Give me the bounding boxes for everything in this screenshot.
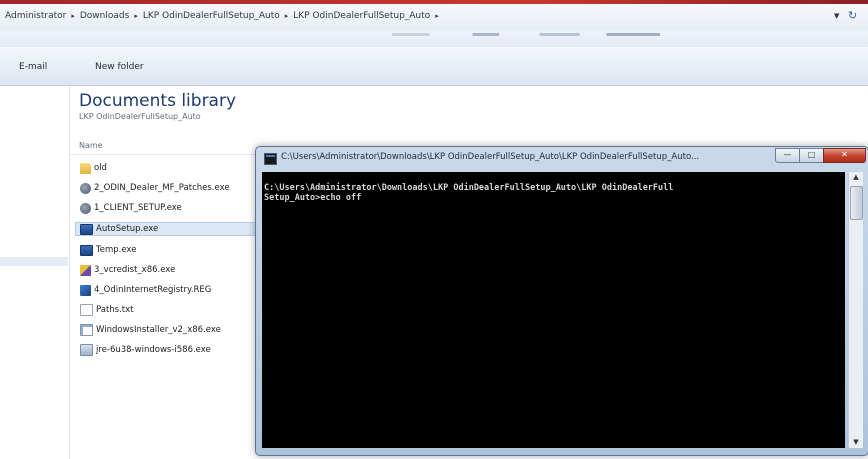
- console-output[interactable]: C:\Users\Administrator\Downloads\LKP Odi…: [262, 172, 845, 448]
- file-row-paths[interactable]: Paths.txt: [76, 304, 266, 316]
- file-row-jre[interactable]: jre-6u38-windows-i586.exe: [76, 344, 266, 356]
- cmd-window-title: C:\Users\Administrator\Downloads\LKP Odi…: [281, 152, 700, 162]
- file-row-windows-installer[interactable]: WindowsInstaller_v2_x86.exe: [76, 324, 266, 336]
- breadcrumb-item-administrator[interactable]: Administrator: [5, 11, 66, 21]
- console-text: C:\Users\Administrator\Downloads\LKP Odi…: [262, 172, 845, 203]
- scroll-down-arrow-icon[interactable]: ▼: [849, 437, 863, 448]
- exe-icon: [80, 223, 93, 235]
- email-button[interactable]: E-mail: [19, 62, 47, 72]
- chevron-down-icon[interactable]: ▼: [834, 12, 839, 20]
- close-button[interactable]: ✕: [823, 148, 866, 163]
- file-row-old[interactable]: old: [76, 162, 266, 174]
- blurred-strip-decoration: [392, 33, 660, 36]
- console-line-1: C:\Users\Administrator\Downloads\LKP Odi…: [264, 183, 674, 193]
- text-file-icon: [80, 304, 93, 316]
- maximize-button[interactable]: □: [799, 148, 824, 163]
- file-name: 4_OdinInternetRegistry.REG: [94, 285, 212, 295]
- file-name: 2_ODIN_Dealer_MF_Patches.exe: [94, 183, 230, 193]
- file-row-autosetup[interactable]: AutoSetup.exe: [75, 222, 266, 236]
- breadcrumb-item-lkp-folder[interactable]: LKP OdinDealerFullSetup_Auto: [143, 11, 280, 21]
- new-folder-button[interactable]: New folder: [95, 62, 144, 72]
- breadcrumb-separator[interactable]: ▸: [71, 12, 75, 20]
- breadcrumb-item-lkp-subfolder[interactable]: LKP OdinDealerFullSetup_Auto: [293, 11, 430, 21]
- address-bar[interactable]: Administrator ▸ Downloads ▸ LKP OdinDealerFu…: [0, 4, 868, 32]
- cmd-title-bar[interactable]: C:\Users\Administrator\Downloads\LKP Odi…: [256, 147, 868, 169]
- file-name: 1_CLIENT_SETUP.exe: [94, 203, 182, 213]
- minimize-button[interactable]: —: [775, 148, 800, 163]
- navigation-pane-selected-item[interactable]: [0, 257, 68, 266]
- console-icon: [264, 153, 277, 165]
- java-installer-icon: [80, 344, 93, 356]
- scroll-up-arrow-icon[interactable]: ▲: [849, 172, 863, 183]
- file-row-odin-patches[interactable]: 2_ODIN_Dealer_MF_Patches.exe: [76, 182, 266, 194]
- column-header-name[interactable]: Name: [79, 141, 103, 150]
- file-row-vcredist[interactable]: 3_vcredist_x86.exe: [76, 264, 266, 276]
- console-line-2: Setup_Auto>echo off: [264, 193, 362, 203]
- file-name: Paths.txt: [96, 305, 134, 315]
- navigation-pane[interactable]: [0, 86, 70, 459]
- breadcrumb[interactable]: Administrator ▸ Downloads ▸ LKP OdinDealerFu…: [5, 11, 444, 21]
- file-name: 3_vcredist_x86.exe: [94, 265, 176, 275]
- scrollbar-thumb[interactable]: [850, 186, 863, 220]
- file-name: jre-6u38-windows-i586.exe: [96, 345, 211, 355]
- file-row-registry[interactable]: 4_OdinInternetRegistry.REG: [76, 284, 266, 296]
- setup-icon: [80, 202, 91, 214]
- file-name: Temp.exe: [96, 245, 137, 255]
- file-name: old: [94, 163, 107, 173]
- breadcrumb-item-downloads[interactable]: Downloads: [80, 11, 129, 21]
- breadcrumb-separator[interactable]: ▸: [134, 12, 138, 20]
- vcredist-icon: [80, 264, 91, 276]
- file-row-client-setup[interactable]: 1_CLIENT_SETUP.exe: [76, 202, 266, 214]
- file-list[interactable]: old 2_ODIN_Dealer_MF_Patches.exe 1_CLIEN…: [75, 162, 266, 364]
- refresh-icon[interactable]: ↻: [848, 9, 857, 22]
- command-prompt-window[interactable]: C:\Users\Administrator\Downloads\LKP Odi…: [255, 146, 868, 456]
- console-scrollbar[interactable]: ▲ ▼: [848, 172, 863, 448]
- folder-icon: [80, 162, 91, 174]
- library-subtitle[interactable]: LKP OdinDealerFullSetup_Auto: [79, 112, 201, 121]
- file-name: WindowsInstaller_v2_x86.exe: [96, 325, 221, 335]
- file-row-temp[interactable]: Temp.exe: [76, 244, 266, 256]
- breadcrumb-separator[interactable]: ▸: [435, 12, 439, 20]
- exe-icon: [80, 244, 93, 256]
- file-name: AutoSetup.exe: [96, 224, 159, 234]
- registry-icon: [80, 284, 91, 296]
- installer-icon: [80, 324, 93, 336]
- library-title: Documents library: [79, 91, 237, 111]
- setup-icon: [80, 182, 91, 194]
- breadcrumb-separator[interactable]: ▸: [285, 12, 289, 20]
